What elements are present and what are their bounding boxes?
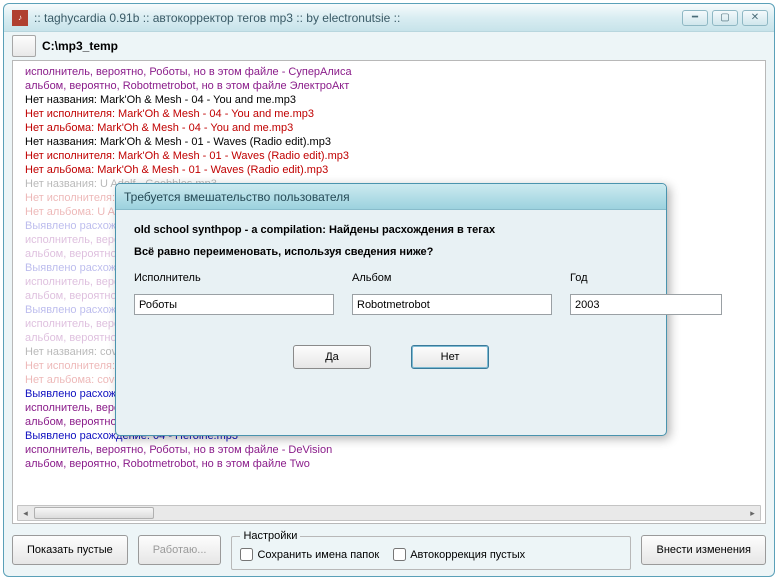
dialog-message-1: old school synthpop - a compilation: Най… — [134, 224, 648, 236]
dialog-button-row: Да Нет — [134, 345, 648, 369]
yes-button[interactable]: Да — [293, 345, 371, 369]
autocorr-empty-label: Автокоррекция пустых — [410, 549, 525, 561]
bottom-panel: Показать пустые Работаю... Настройки Сох… — [4, 528, 774, 576]
log-line: Нет альбома: Mark'Oh & Mesh - 04 - You a… — [25, 121, 765, 135]
app-icon: ♪ — [12, 10, 28, 26]
dialog-title: Требуется вмешательство пользователя — [124, 190, 350, 204]
dialog-body: old school synthpop - a compilation: Най… — [116, 210, 666, 435]
dialog-titlebar[interactable]: Требуется вмешательство пользователя — [116, 184, 666, 210]
field-inputs-row — [134, 294, 648, 315]
current-path: C:\mp3_temp — [42, 39, 118, 53]
log-line: исполнитель, вероятно, Роботы, но в этом… — [25, 65, 765, 79]
album-input[interactable] — [352, 294, 552, 315]
log-line: Нет исполнителя: Mark'Oh & Mesh - 04 - Y… — [25, 107, 765, 121]
maximize-button[interactable]: ▢ — [712, 10, 738, 26]
autocorr-empty-input[interactable] — [393, 548, 406, 561]
working-button: Работаю... — [138, 535, 222, 565]
horizontal-scrollbar[interactable]: ◂ ▸ — [17, 505, 761, 521]
log-line: Нет исполнителя: Mark'Oh & Mesh - 01 - W… — [25, 149, 765, 163]
dialog-message-2: Всё равно переименовать, используя сведе… — [134, 246, 648, 258]
no-button[interactable]: Нет — [411, 345, 489, 369]
artist-input[interactable] — [134, 294, 334, 315]
field-labels-row: Исполнитель Альбом Год — [134, 272, 648, 288]
artist-label: Исполнитель — [134, 272, 334, 284]
scroll-thumb[interactable] — [34, 507, 154, 519]
scroll-right-icon[interactable]: ▸ — [745, 506, 760, 520]
log-line: альбом, вероятно, Robotmetrobot, но в эт… — [25, 457, 765, 471]
save-folders-label: Сохранить имена папок — [257, 549, 379, 561]
log-line: альбом, вероятно, Robotmetrobot, но в эт… — [25, 79, 765, 93]
year-input[interactable] — [570, 294, 722, 315]
year-label: Год — [570, 272, 640, 284]
log-line: Нет альбома: Mark'Oh & Mesh - 01 - Waves… — [25, 163, 765, 177]
path-row: C:\mp3_temp — [4, 32, 774, 60]
album-label: Альбом — [352, 272, 552, 284]
apply-changes-button[interactable]: Внести изменения — [641, 535, 766, 565]
main-titlebar[interactable]: ♪ :: taghycardia 0.91b :: автокорректор … — [4, 4, 774, 32]
settings-group: Настройки Сохранить имена папок Автокорр… — [231, 530, 631, 570]
autocorr-empty-checkbox[interactable]: Автокоррекция пустых — [393, 548, 525, 561]
browse-folder-button[interactable] — [12, 35, 36, 57]
settings-legend: Настройки — [240, 530, 300, 542]
save-folders-input[interactable] — [240, 548, 253, 561]
save-folders-checkbox[interactable]: Сохранить имена папок — [240, 548, 379, 561]
minimize-button[interactable]: ━ — [682, 10, 708, 26]
log-line: исполнитель, вероятно, Роботы, но в этом… — [25, 443, 765, 457]
log-line: Нет названия: Mark'Oh & Mesh - 01 - Wave… — [25, 135, 765, 149]
show-empty-button[interactable]: Показать пустые — [12, 535, 128, 565]
scroll-left-icon[interactable]: ◂ — [18, 506, 33, 520]
user-intervention-dialog: Требуется вмешательство пользователя old… — [115, 183, 667, 436]
close-button[interactable]: ✕ — [742, 10, 768, 26]
main-title: :: taghycardia 0.91b :: автокорректор те… — [34, 11, 400, 25]
log-line: Нет названия: Mark'Oh & Mesh - 04 - You … — [25, 93, 765, 107]
